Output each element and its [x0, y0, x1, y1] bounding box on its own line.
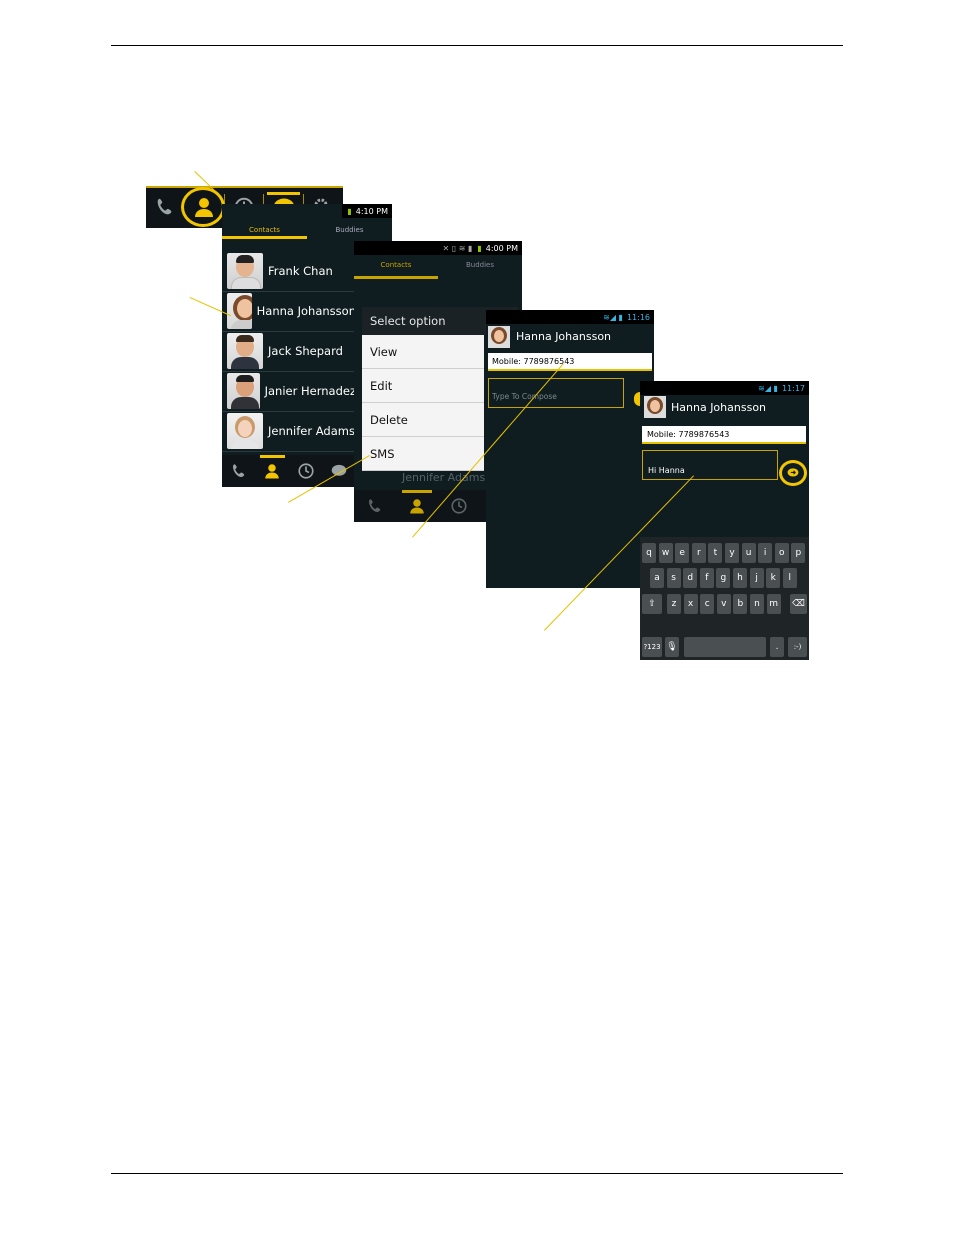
tab-phone[interactable]: [222, 455, 256, 487]
backspace-key[interactable]: ⌫: [790, 594, 807, 614]
contacts-icon: [265, 464, 279, 479]
key-c[interactable]: c: [700, 594, 715, 614]
status-bar: ✕ ▯ ≋ ▮ ▮ 4:00 PM: [354, 241, 522, 255]
key-g[interactable]: g: [716, 568, 731, 588]
option-edit[interactable]: Edit: [362, 369, 484, 403]
space-key[interactable]: [684, 637, 766, 657]
status-bar: ▮ 4:10 PM: [342, 204, 392, 218]
key-a[interactable]: a: [650, 568, 664, 588]
key-p[interactable]: p: [791, 543, 806, 563]
key-x[interactable]: x: [683, 594, 698, 614]
avatar: [227, 253, 263, 289]
avatar: [227, 293, 252, 329]
bottom-tab-bar: [222, 455, 356, 487]
status-bar: ≋◢ ▮ 11:16: [486, 310, 654, 324]
contact-name: Hanna Johansson: [671, 401, 767, 414]
avatar: [227, 413, 263, 449]
screen-compose: ≋◢ ▮ 11:16 Hanna Johansson Mobile: 778987…: [486, 310, 654, 588]
key-k[interactable]: k: [766, 568, 781, 588]
status-time: 4:00 PM: [485, 243, 518, 253]
screen-message: ≋◢ ▮ 11:17 Hanna Johansson Mobile: 778987…: [640, 381, 809, 660]
history-icon: [451, 498, 467, 514]
key-l[interactable]: l: [782, 568, 797, 588]
key-u[interactable]: u: [741, 543, 756, 563]
tab-buddies-label[interactable]: Buddies: [307, 226, 392, 238]
mobile-field[interactable]: Mobile: 7789876543: [642, 426, 806, 444]
soft-keyboard: qwertyuiopasdfghjklzxcvbnm ⇧ ⌫ ?123 🎙 . …: [640, 537, 809, 660]
avatar: [644, 396, 666, 418]
key-d[interactable]: d: [683, 568, 698, 588]
header-rule: [111, 45, 843, 46]
key-z[interactable]: z: [667, 594, 681, 614]
contact-row[interactable]: Jennifer Adams: [222, 411, 356, 452]
phone-icon: [158, 198, 172, 215]
contacts-icon: [410, 499, 424, 514]
tab-phone[interactable]: [146, 186, 185, 228]
option-delete[interactable]: Delete: [362, 403, 484, 437]
key-o[interactable]: o: [774, 543, 789, 563]
contact-name: Jack Shepard: [268, 344, 343, 358]
tab-history[interactable]: [438, 490, 480, 522]
contact-name-behind: Jennifer Adams: [402, 471, 486, 484]
key-q[interactable]: q: [642, 543, 656, 563]
smiley-key[interactable]: :-): [788, 637, 807, 657]
contacts-list: Frank Chan Hanna Johansson Jack Shepard: [222, 251, 356, 455]
status-bar: ≋◢ ▮ 11:17: [640, 381, 809, 395]
option-view[interactable]: View: [362, 335, 484, 369]
send-button[interactable]: [779, 460, 807, 486]
avatar: [488, 326, 510, 348]
key-m[interactable]: m: [766, 594, 781, 614]
shift-key[interactable]: ⇧: [642, 594, 662, 614]
contact-name: Frank Chan: [268, 264, 333, 278]
mic-key[interactable]: 🎙: [665, 637, 679, 657]
key-r[interactable]: r: [691, 543, 706, 563]
contact-row[interactable]: Jack Shepard: [222, 331, 356, 372]
status-time: 11:17: [781, 383, 805, 393]
status-time: 11:16: [626, 312, 650, 322]
key-j[interactable]: j: [749, 568, 764, 588]
message-input[interactable]: Hi Hanna: [642, 450, 778, 480]
tab-phone[interactable]: [354, 490, 396, 522]
tab-contacts-label[interactable]: Contacts: [354, 261, 438, 273]
status-time: 4:10 PM: [355, 206, 388, 216]
compose-input[interactable]: Type To Compose: [488, 378, 624, 408]
symbols-key[interactable]: ?123: [642, 637, 662, 657]
contact-name: Hanna Johansson: [516, 330, 612, 343]
history-icon: [298, 463, 314, 479]
key-e[interactable]: e: [675, 543, 690, 563]
avatar: [227, 333, 263, 369]
contact-row[interactable]: Frank Chan: [222, 251, 356, 292]
tab-contacts[interactable]: [396, 490, 438, 522]
contact-name: Hanna Johansson: [256, 304, 356, 318]
contact-row[interactable]: Janier Hernadez: [222, 371, 356, 412]
key-v[interactable]: v: [716, 594, 731, 614]
key-w[interactable]: w: [658, 543, 673, 563]
phone-icon: [232, 464, 244, 477]
key-y[interactable]: y: [725, 543, 739, 563]
key-h[interactable]: h: [733, 568, 747, 588]
key-s[interactable]: s: [666, 568, 681, 588]
tab-buddies-label[interactable]: Buddies: [438, 261, 522, 273]
footer-rule: [111, 1173, 843, 1174]
key-n[interactable]: n: [750, 594, 764, 614]
tab-history[interactable]: [289, 455, 323, 487]
key-i[interactable]: i: [758, 543, 773, 563]
mobile-field[interactable]: Mobile: 7789876543: [488, 353, 652, 371]
key-t[interactable]: t: [708, 543, 723, 563]
key-f[interactable]: f: [699, 568, 714, 588]
phone-icon: [369, 499, 381, 512]
send-icon: [787, 468, 799, 477]
contact-name: Jennifer Adams: [268, 424, 355, 438]
contacts-tab-highlight: [181, 187, 225, 227]
tab-contacts[interactable]: [256, 455, 290, 487]
contact-name: Janier Hernadez: [264, 384, 356, 398]
option-sms[interactable]: SMS: [362, 437, 484, 471]
key-b[interactable]: b: [733, 594, 748, 614]
avatar: [227, 373, 260, 409]
contact-row[interactable]: Hanna Johansson: [222, 291, 356, 332]
period-key[interactable]: .: [770, 637, 784, 657]
